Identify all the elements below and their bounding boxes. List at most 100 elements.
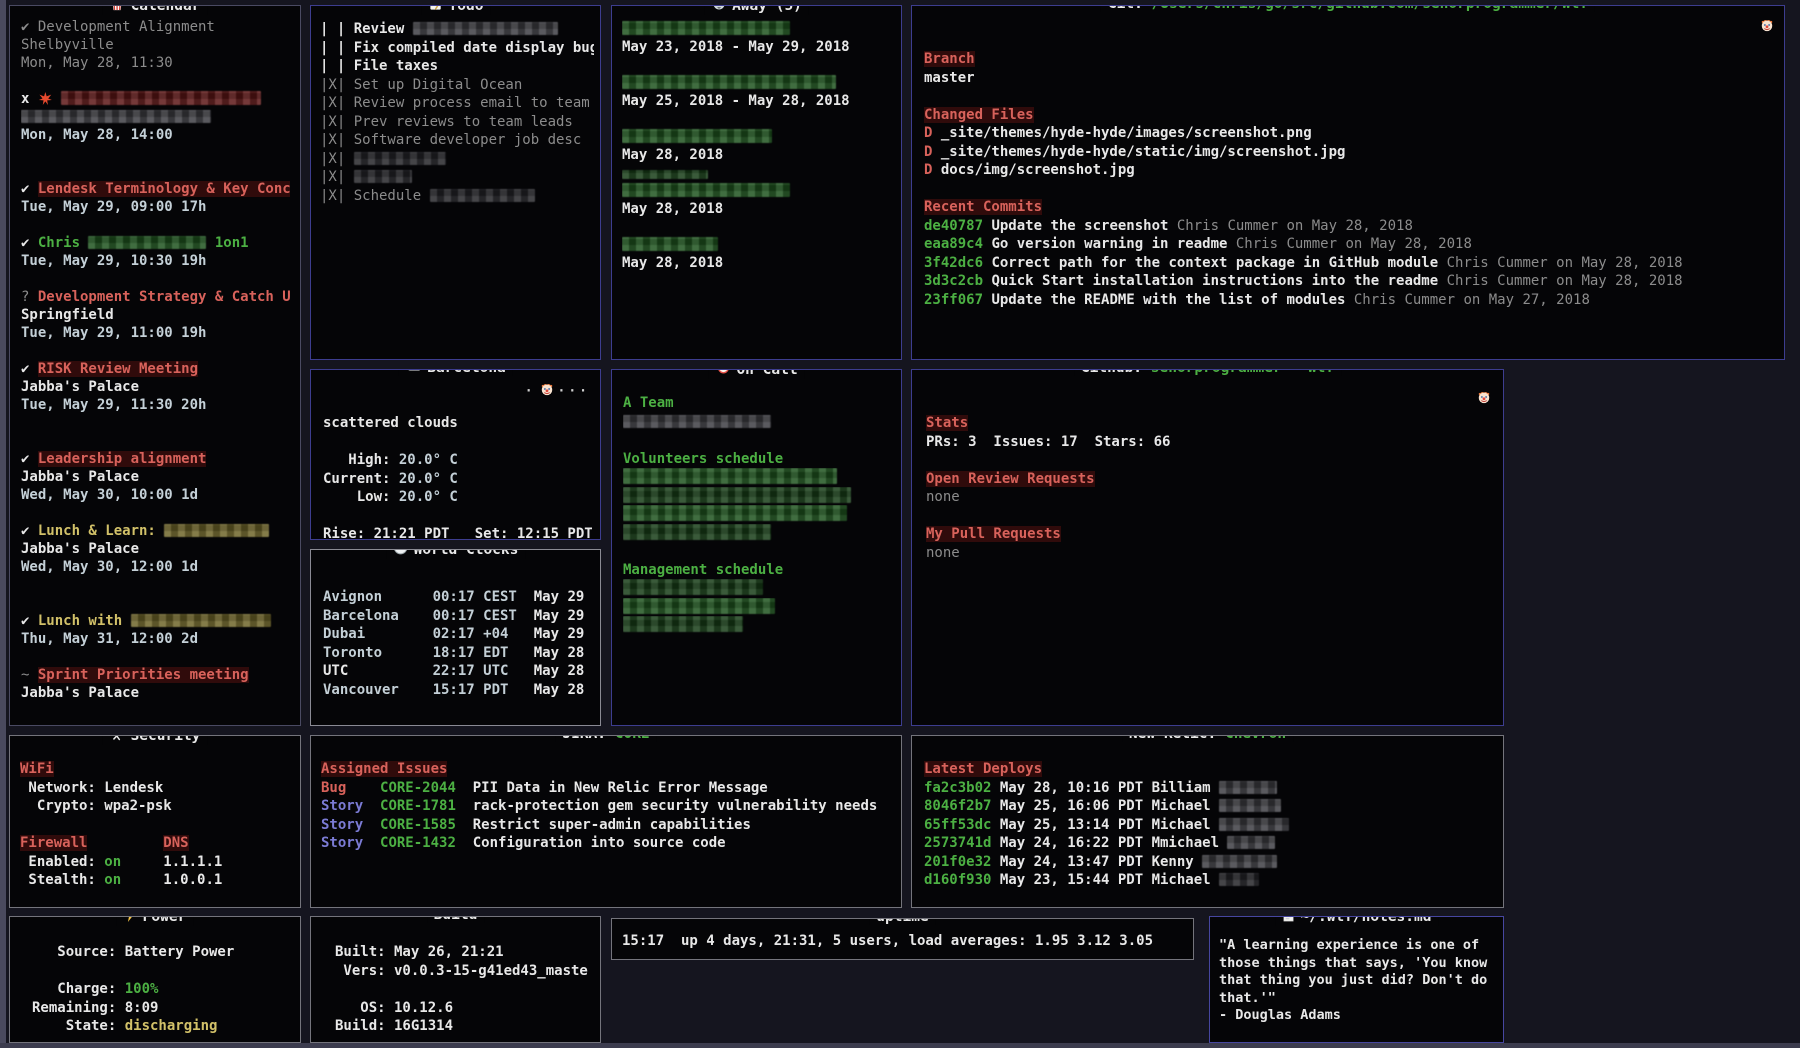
panel-todo[interactable]: Todo | | Review | | Fix compiled date di…	[310, 5, 601, 360]
text-segment: Rise: 21:21 PDT Set: 12:15 PDT	[323, 526, 592, 539]
text-line: Jabba's Palace	[21, 378, 290, 396]
text-line: Jabba's Palace	[21, 540, 290, 558]
redacted-text	[1219, 873, 1259, 886]
text-segment: 2573741d	[924, 835, 1000, 851]
text-segment: 1on1	[206, 235, 248, 251]
panel-jira[interactable]: JIRA: CORE Assigned IssuesBug CORE-2044 …	[310, 735, 902, 908]
text-segment: |X|	[320, 151, 354, 167]
panel-uptime[interactable]: uptime 15:17 up 4 days, 21:31, 5 users, …	[611, 918, 1194, 960]
panel-github[interactable]: Github: senorprogrammer - wtf StatsPRs: …	[911, 369, 1504, 726]
text-segment: May 29	[525, 626, 584, 642]
text-segment: 00:17 CEST	[433, 589, 526, 605]
text-line: PRs: 3 Issues: 17 Stars: 66	[926, 433, 1493, 452]
text-line	[21, 648, 290, 666]
panel-weather-barcelona[interactable]: Barcelona ···· scattered clouds High: 20…	[310, 369, 601, 540]
text-line: ✔ Chris 1on1	[21, 234, 290, 252]
text-line: My Pull Requests	[926, 525, 1493, 544]
text-line: May 23, 2018 - May 29, 2018	[622, 38, 893, 56]
text-line: |X| Review process email to team	[320, 94, 594, 113]
text-segment: May 25, 13:14 PDT Michael	[1000, 817, 1219, 833]
text-segment: May 28	[525, 682, 584, 698]
memo-icon	[428, 5, 443, 15]
text-line: 2573741d May 24, 16:22 PDT Mmichael	[924, 834, 1495, 853]
panel-world-clocks[interactable]: World Clocks Avignon 00:17 CEST May 29Ba…	[310, 549, 601, 726]
redacted-text	[622, 75, 836, 89]
text-line: Tue, May 29, 11:00 19h	[21, 324, 290, 342]
panel-title: JIRA: CORE	[555, 735, 656, 742]
redacted-text	[622, 129, 772, 143]
text-segment: Tue, May 29, 11:00 19h	[21, 325, 206, 341]
text-segment: Quick Start installation instructions in…	[991, 273, 1446, 289]
text-segment: RISK Review Meeting	[38, 361, 198, 377]
text-line	[21, 594, 290, 612]
alien-icon	[711, 5, 726, 15]
text-line: Vers: v0.0.3-15-g41ed43_maste	[335, 962, 592, 981]
text-segment: 100%	[125, 981, 159, 997]
text-segment: "A learning experience is one of	[1219, 937, 1479, 953]
panel-git[interactable]: Git: /Users/chris/go/src/github.com/seno…	[911, 5, 1785, 360]
text-line	[622, 74, 893, 92]
text-segment: Todo	[449, 5, 484, 14]
text-line: 3d3c2cb Quick Start installation instruc…	[924, 272, 1774, 291]
text-segment: Open Review Requests	[926, 471, 1095, 487]
text-segment: May 24, 16:22 PDT Mmichael	[1000, 835, 1228, 851]
text-line: Open Review Requests	[926, 470, 1493, 489]
clown-icon	[540, 382, 554, 400]
text-segment: CORE-1585	[380, 817, 473, 833]
panel-calendar[interactable]: Calendar ✔ Development AlignmentShelbyvi…	[9, 5, 301, 726]
text-segment: Low:	[323, 489, 399, 505]
alarm-clock-icon	[715, 369, 730, 379]
text-line: 3f42dc6 Correct path for the context pac…	[924, 254, 1774, 273]
text-segment: | | Review	[320, 21, 413, 37]
text-line: D _site/themes/hyde-hyde/images/screensh…	[924, 124, 1774, 143]
redacted-text	[1227, 836, 1275, 849]
text-segment: May 28, 2018	[622, 255, 723, 271]
panel-power[interactable]: Power Source: Battery Power Charge: 100%…	[9, 916, 301, 1043]
fencer-icon	[110, 735, 125, 745]
panel-security[interactable]: Security WiFi Network: Lendesk Crypto: w…	[9, 735, 301, 908]
panel-notes[interactable]: ~/.wtf/notes.md "A learning experience i…	[1209, 916, 1504, 1043]
text-segment: rack-protection gem security vulnerabili…	[473, 798, 878, 814]
text-line: D docs/img/screenshot.jpg	[924, 161, 1774, 180]
redacted-text	[354, 152, 446, 165]
panel-on-call[interactable]: On Call A Team Volunteers schedule Manag…	[611, 369, 902, 726]
text-segment: CORE	[615, 735, 650, 742]
panel-build[interactable]: Build Built: May 26, 21:21 Vers: v0.0.3-…	[310, 916, 601, 1043]
text-line	[21, 414, 290, 432]
text-line	[623, 413, 893, 432]
text-segment: on	[104, 854, 121, 870]
text-segment: Thu, May 31, 12:00 2d	[21, 631, 198, 647]
text-segment: eaa89c4	[924, 236, 991, 252]
text-segment: 8046f2b7	[924, 798, 1000, 814]
panel-away[interactable]: Away (5) May 23, 2018 - May 29, 2018 May…	[611, 5, 902, 360]
text-segment: 02:17 +04	[433, 626, 526, 642]
text-line: - Douglas Adams	[1219, 1007, 1497, 1025]
panel-title: Away (5)	[704, 5, 809, 15]
text-line: ✔ Lunch with	[21, 612, 290, 630]
text-line: Build: 16G1314	[335, 1017, 592, 1036]
text-line	[21, 342, 290, 360]
text-segment: Changed Files	[924, 107, 1034, 123]
text-segment: docs/img/screenshot.jpg	[941, 162, 1135, 178]
text-segment: Jabba's Palace	[21, 685, 139, 701]
text-segment: Stats	[926, 415, 968, 431]
text-segment: 23ff067	[924, 292, 991, 308]
text-segment: Wed, May 30, 10:00 1d	[21, 487, 198, 503]
text-line	[21, 144, 290, 162]
text-segment: 18:17 EDT	[433, 645, 526, 661]
text-line: "A learning experience is one of	[1219, 937, 1497, 955]
text-line	[622, 56, 893, 74]
text-segment: Build: 16G1314	[335, 1018, 453, 1034]
text-line: de40787 Update the screenshot Chris Cumm…	[924, 217, 1774, 236]
panel-title: ~/.wtf/notes.md	[1275, 916, 1439, 926]
panel-new-relic[interactable]: New Relic: Chevron Latest Deploysfa2c3b0…	[911, 735, 1504, 908]
text-line	[21, 162, 290, 180]
text-line	[21, 72, 290, 90]
text-line: WiFi	[20, 760, 292, 779]
text-line	[32, 962, 292, 981]
text-segment: World Clocks	[414, 549, 519, 558]
text-segment: 1.0.0.1	[121, 872, 222, 888]
text-line: fa2c3b02 May 28, 10:16 PDT Billiam	[924, 779, 1495, 798]
text-line	[623, 487, 893, 506]
text-segment: Wed, May 30, 12:00 1d	[21, 559, 198, 575]
